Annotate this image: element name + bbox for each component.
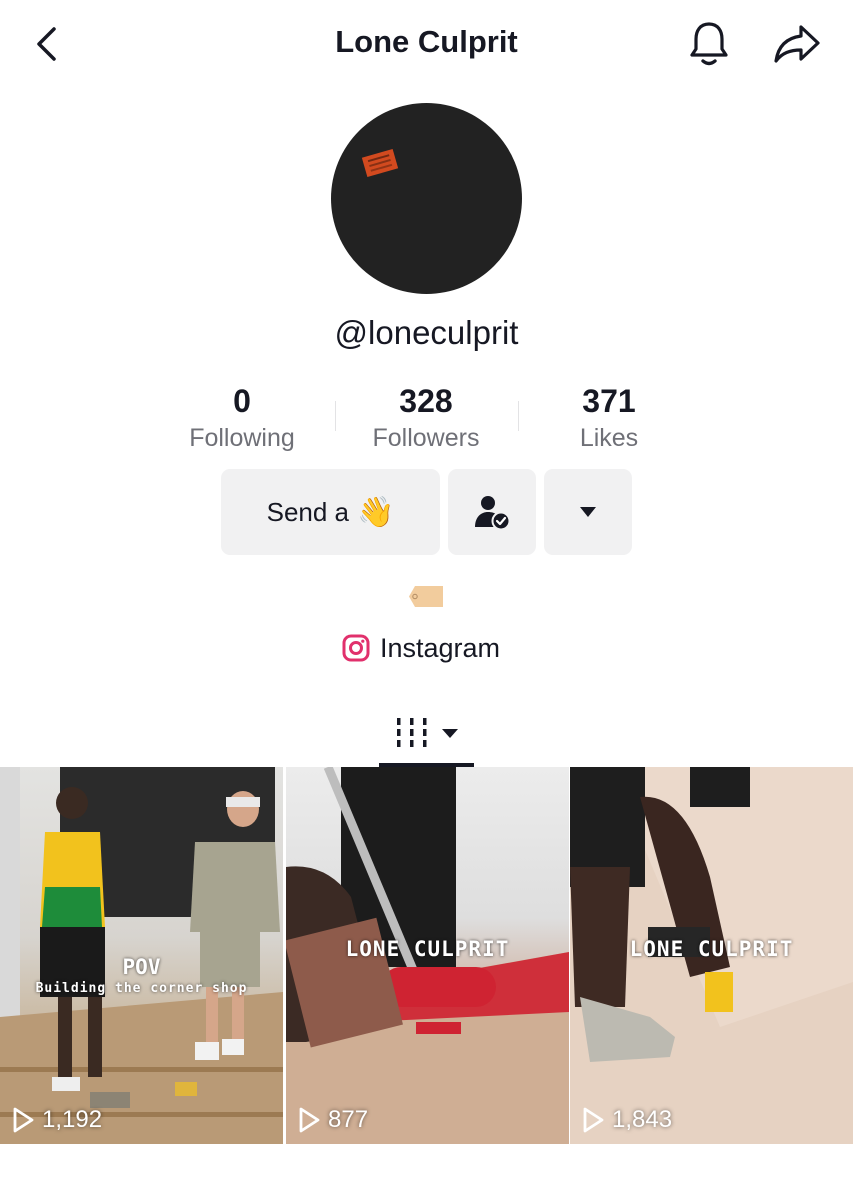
content-tab-bar [0, 700, 853, 768]
send-wave-label: Send a [266, 496, 350, 527]
send-wave-button[interactable]: Send a 👋 [221, 469, 440, 555]
share-button[interactable] [770, 18, 824, 70]
video-grid: POV Building the corner shop 1,192 LONE … [0, 767, 853, 1145]
username: @loneculprit [334, 314, 519, 351]
following-count: 0 [233, 383, 251, 419]
stats-row: 0 Following 328 Followers 371 Likes [0, 383, 853, 463]
likes-count: 371 [582, 383, 636, 419]
top-bar: Lone Culprit [0, 0, 853, 90]
stat-divider [335, 401, 336, 431]
video-thumbnail[interactable]: LONE CULPRIT 877 [286, 767, 569, 1144]
play-icon [299, 1107, 320, 1133]
view-count-value: 1,843 [612, 1106, 673, 1133]
video-overlay-title: POV [122, 955, 161, 979]
user-check-icon [475, 496, 511, 531]
stat-following[interactable]: 0 Following [157, 383, 327, 453]
view-count-value: 1,192 [42, 1106, 103, 1133]
following-status-button[interactable] [448, 469, 536, 555]
stat-followers[interactable]: 328 Followers [341, 383, 511, 453]
instagram-link[interactable]: Instagram [342, 630, 500, 666]
caret-down-icon [441, 729, 458, 738]
bell-icon [690, 22, 728, 66]
avatar-logo-tag [361, 148, 399, 178]
price-tag-icon [409, 586, 443, 607]
followers-count: 328 [399, 383, 453, 419]
followers-label: Followers [372, 424, 480, 452]
instagram-label: Instagram [380, 632, 501, 663]
stat-likes[interactable]: 371 Likes [524, 383, 694, 453]
waving-hand-icon: 👋 [357, 495, 395, 529]
stat-divider [518, 401, 519, 431]
view-count: 1,192 [12, 1106, 102, 1134]
play-icon [13, 1107, 34, 1133]
view-count: 877 [298, 1106, 368, 1134]
play-icon [583, 1107, 604, 1133]
instagram-icon [342, 634, 370, 662]
view-count: 1,843 [582, 1106, 672, 1134]
video-thumbnail[interactable]: LONE CULPRIT 1,843 [570, 767, 853, 1144]
view-count-value: 877 [328, 1106, 369, 1133]
video-thumbnail[interactable]: POV Building the corner shop 1,192 [0, 767, 283, 1144]
video-overlay-title: LONE CULPRIT [345, 937, 510, 961]
tab-videos-grid[interactable] [379, 700, 474, 766]
video-overlay-title: LONE CULPRIT [629, 937, 794, 961]
following-label: Following [189, 424, 295, 452]
avatar[interactable] [331, 103, 522, 294]
suggestions-dropdown-button[interactable] [544, 469, 632, 555]
grid-columns-icon [396, 718, 426, 747]
share-arrow-icon [774, 25, 820, 63]
caret-down-icon [580, 507, 596, 517]
video-overlay-subtitle: Building the corner shop [35, 981, 248, 996]
likes-label: Likes [579, 424, 639, 452]
profile-actions: Send a 👋 [0, 469, 853, 556]
notification-button[interactable] [684, 18, 734, 70]
